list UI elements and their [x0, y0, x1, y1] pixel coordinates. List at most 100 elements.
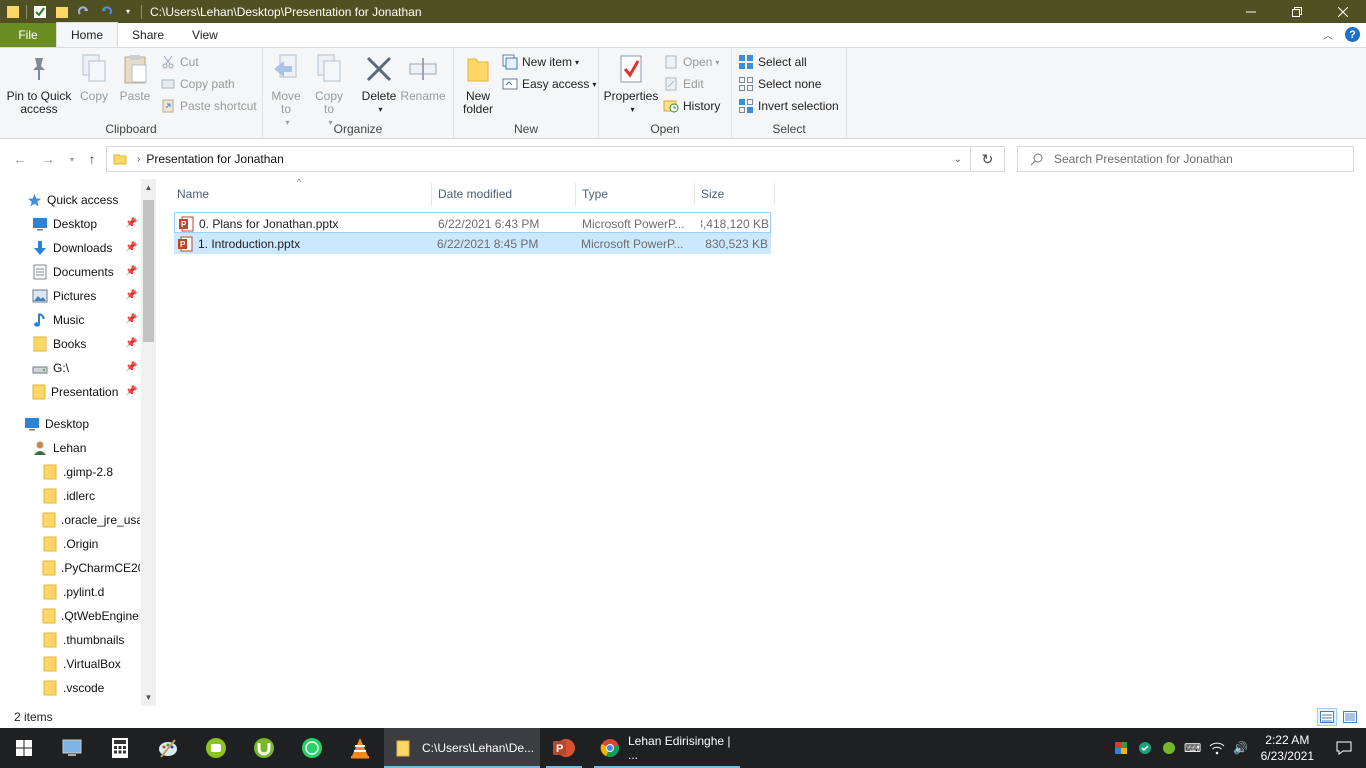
nav-quick-access[interactable]: Quick access: [26, 188, 118, 212]
notification-icon[interactable]: [1322, 728, 1366, 768]
tab-share[interactable]: Share: [118, 23, 178, 47]
tab-file[interactable]: File: [0, 23, 56, 47]
taskbar-file-explorer[interactable]: C:\Users\Lehan\De...: [384, 728, 540, 768]
nav-item-documents[interactable]: Documents: [32, 260, 114, 284]
shield-icon[interactable]: [1133, 728, 1157, 768]
pin-icon[interactable]: 📌: [125, 386, 137, 397]
nav-item-downloads[interactable]: Downloads: [32, 236, 112, 260]
nav-user[interactable]: Lehan: [32, 436, 86, 460]
cut-button[interactable]: Cut: [160, 53, 199, 71]
back-button[interactable]: ←: [10, 149, 30, 169]
redo-icon[interactable]: [77, 5, 91, 19]
nav-folder-item[interactable]: .pylint.d: [42, 580, 140, 604]
nav-item-g-drive[interactable]: G:\: [32, 356, 69, 380]
pin-icon[interactable]: 📌: [125, 290, 137, 301]
nav-folder-item[interactable]: .oracle_jre_usage: [42, 508, 140, 532]
select-none-button[interactable]: Select none: [738, 75, 821, 93]
pin-icon[interactable]: 📌: [125, 266, 137, 277]
edit-button[interactable]: Edit: [663, 75, 704, 93]
pin-to-quick-access-button[interactable]: Pin to Quick access: [4, 52, 74, 116]
paint-icon[interactable]: [144, 728, 192, 768]
undo-icon[interactable]: [99, 5, 113, 19]
nav-folder-item[interactable]: .QtWebEngineProcess: [42, 604, 140, 628]
paste-button[interactable]: Paste: [118, 52, 152, 103]
history-button[interactable]: History: [663, 97, 720, 115]
search-box[interactable]: [1017, 146, 1354, 172]
nav-folder-item[interactable]: .thumbnails: [42, 628, 140, 652]
pin-icon[interactable]: 📌: [125, 338, 137, 349]
help-icon[interactable]: ?: [1345, 27, 1360, 42]
large-icons-view-button[interactable]: [1340, 708, 1360, 726]
nav-item-presentation[interactable]: Presentation for Jonathan: [32, 380, 122, 404]
nav-folder-item[interactable]: .Origin: [42, 532, 140, 556]
whatsapp-icon[interactable]: [288, 728, 336, 768]
column-header-type[interactable]: Type: [576, 183, 695, 205]
delete-button[interactable]: Delete ▾: [359, 52, 399, 116]
wifi-icon[interactable]: [1205, 728, 1229, 768]
scroll-down-arrow[interactable]: ▼: [141, 689, 156, 706]
pin-icon[interactable]: 📌: [125, 218, 137, 229]
address-bar[interactable]: › Presentation for Jonathan ⌄: [106, 146, 971, 172]
nav-folder-item[interactable]: .PyCharmCE2020: [42, 556, 140, 580]
clock[interactable]: 2:22 AM 6/23/2021: [1253, 732, 1322, 764]
open-button[interactable]: Open ▾: [663, 53, 719, 71]
rename-button[interactable]: Rename: [400, 52, 446, 103]
minimize-button[interactable]: [1228, 0, 1274, 23]
details-view-button[interactable]: [1317, 708, 1337, 726]
breadcrumb[interactable]: Presentation for Jonathan: [146, 152, 283, 166]
column-header-name[interactable]: Name: [171, 183, 432, 205]
new-item-button[interactable]: New item ▾: [502, 53, 579, 71]
bluestacks-icon[interactable]: [192, 728, 240, 768]
file-row[interactable]: P 0. Plans for Jonathan.pptx 6/22/2021 6…: [174, 212, 771, 233]
nav-folder-item[interactable]: .gimp-2.8: [42, 460, 140, 484]
taskbar-powerpoint[interactable]: P: [540, 728, 588, 768]
input-method-icon[interactable]: ⌨: [1181, 728, 1205, 768]
nav-scrollbar[interactable]: ▲ ▼: [141, 179, 156, 706]
nav-item-music[interactable]: Music: [32, 308, 84, 332]
taskbar-chrome[interactable]: Lehan Edirisinghe | ...: [588, 728, 746, 768]
collapse-ribbon-icon[interactable]: ︿: [1323, 27, 1333, 42]
file-row[interactable]: P 1. Introduction.pptx 6/22/2021 8:45 PM…: [174, 233, 771, 254]
volume-icon[interactable]: 🔊: [1229, 728, 1253, 768]
close-button[interactable]: [1320, 0, 1366, 23]
nav-item-desktop[interactable]: Desktop: [32, 212, 97, 236]
utorrent-tray-icon[interactable]: [1157, 728, 1181, 768]
tray-app-icon[interactable]: [1109, 728, 1133, 768]
scrollbar-thumb[interactable]: [143, 200, 154, 342]
copy-to-button[interactable]: Copy to ▾: [311, 52, 347, 129]
copy-button[interactable]: Copy: [78, 52, 110, 103]
pin-icon[interactable]: 📌: [125, 314, 137, 325]
chevron-down-icon[interactable]: ⌄: [954, 154, 962, 165]
easy-access-button[interactable]: Easy access ▾: [502, 75, 596, 93]
forward-button[interactable]: →: [38, 149, 58, 169]
move-to-button[interactable]: Move to ▾: [269, 52, 303, 129]
up-button[interactable]: ↑: [82, 149, 102, 169]
recent-locations-button[interactable]: ▾: [62, 149, 82, 169]
column-header-size[interactable]: Size: [695, 183, 775, 205]
search-input[interactable]: [1054, 152, 1334, 166]
this-pc-icon[interactable]: [48, 728, 96, 768]
select-all-button[interactable]: Select all: [738, 53, 807, 71]
restore-button[interactable]: [1274, 0, 1320, 23]
pin-icon[interactable]: 📌: [125, 362, 137, 373]
paste-shortcut-button[interactable]: Paste shortcut: [160, 97, 257, 115]
customize-toolbar-icon[interactable]: ▾: [121, 5, 135, 19]
properties-button[interactable]: Properties ▾: [604, 52, 658, 116]
column-header-date[interactable]: Date modified: [432, 183, 576, 205]
nav-desktop[interactable]: Desktop: [24, 412, 89, 436]
start-button[interactable]: [0, 728, 48, 768]
tab-view[interactable]: View: [178, 23, 232, 47]
pin-icon[interactable]: 📌: [125, 242, 137, 253]
nav-folder-item[interactable]: .idlerc: [42, 484, 140, 508]
nav-item-books[interactable]: Books: [32, 332, 86, 356]
calculator-icon[interactable]: [96, 728, 144, 768]
nav-folder-item[interactable]: .VirtualBox: [42, 652, 140, 676]
invert-selection-button[interactable]: Invert selection: [738, 97, 839, 115]
utorrent-icon[interactable]: [240, 728, 288, 768]
scroll-up-arrow[interactable]: ▲: [141, 179, 156, 196]
refresh-button[interactable]: ↻: [971, 146, 1005, 172]
vlc-icon[interactable]: [336, 728, 384, 768]
new-folder-button[interactable]: New folder: [460, 52, 496, 116]
new-folder-quick-icon[interactable]: [55, 5, 69, 19]
copy-path-button[interactable]: Copy path: [160, 75, 235, 93]
